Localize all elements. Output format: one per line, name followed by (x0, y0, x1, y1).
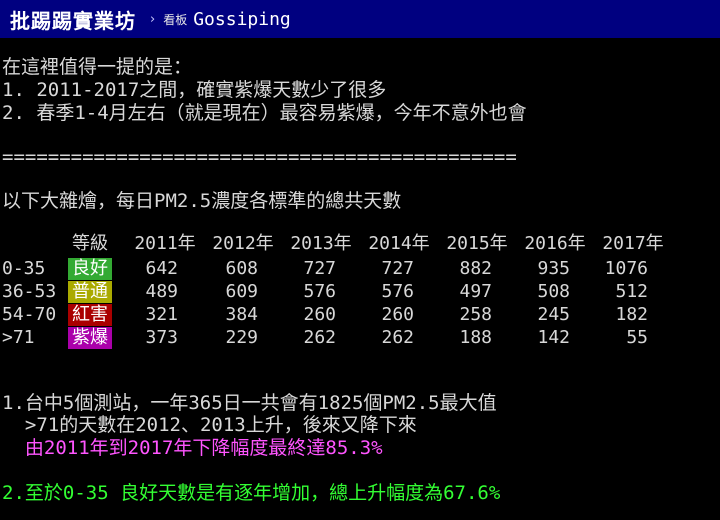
table-cell: 609 (225, 281, 258, 302)
board-label: 看板 (163, 12, 188, 27)
table-row: 36-53 普通 489 609 576 576 497 508 512 (0, 281, 700, 303)
table-header-row: 等級 2011年 2012年 2013年 2014年 2015年 2016年 2… (0, 233, 700, 255)
table-cell: 258 (459, 304, 492, 325)
table-cell: 1076 (604, 258, 648, 279)
divider: ========================================… (2, 146, 517, 168)
board-name-link[interactable]: Gossiping (193, 9, 291, 30)
range-label: 36-53 (2, 281, 57, 302)
table-cell: 262 (303, 327, 336, 348)
level-column-header: 等級 (72, 233, 108, 254)
table-cell: 260 (381, 304, 414, 325)
year-header: 2011年 (134, 233, 196, 254)
table-cell: 727 (303, 258, 336, 279)
table-cell: 142 (537, 327, 570, 348)
range-label: 0-35 (2, 258, 46, 279)
table-row: 54-70 紅害 321 384 260 260 258 245 182 (0, 304, 700, 326)
table-cell: 608 (225, 258, 258, 279)
chevron-right-icon: › (150, 11, 156, 27)
table-cell: 384 (225, 304, 258, 325)
table-row: 0-35 良好 642 608 727 727 882 935 1076 (0, 258, 700, 280)
table-cell: 321 (145, 304, 178, 325)
year-header: 2013年 (290, 233, 352, 254)
table-row: >71 紫爆 373 229 262 262 188 142 55 (0, 327, 700, 349)
note-1-line-1: 1.台中5個測站，一年365日一共會有1825個PM2.5最大值 (2, 392, 497, 414)
table-cell: 188 (459, 327, 492, 348)
note-2: 2.至於0-35 良好天數是有逐年增加，總上升幅度為67.6% (2, 482, 501, 504)
table-cell: 497 (459, 281, 492, 302)
intro-text: 在這裡值得一提的是： (2, 56, 193, 78)
table-cell: 262 (381, 327, 414, 348)
table-cell: 55 (626, 327, 648, 348)
range-label: 54-70 (2, 304, 57, 325)
table-cell: 489 (145, 281, 178, 302)
table-cell: 260 (303, 304, 336, 325)
table-cell: 576 (381, 281, 414, 302)
table-cell: 576 (303, 281, 336, 302)
year-header: 2017年 (602, 233, 664, 254)
table-cell: 182 (615, 304, 648, 325)
level-badge: 普通 (68, 281, 112, 303)
year-header: 2012年 (212, 233, 274, 254)
year-header: 2014年 (368, 233, 430, 254)
point-2: 2. 春季1-4月左右（就是現在）最容易紫爆，今年不意外也會 (2, 102, 527, 124)
table-title: 以下大雜燴，每日PM2.5濃度各標準的總共天數 (2, 190, 402, 212)
table-cell: 935 (537, 258, 570, 279)
table-cell: 508 (537, 281, 570, 302)
table-cell: 245 (537, 304, 570, 325)
table-cell: 727 (381, 258, 414, 279)
table-cell: 229 (225, 327, 258, 348)
table-cell: 373 (145, 327, 178, 348)
year-header: 2016年 (524, 233, 586, 254)
note-1-line-3: 由2011年到2017年下降幅度最終達85.3% (2, 437, 383, 459)
level-badge: 紅害 (68, 304, 112, 326)
table-cell: 642 (145, 258, 178, 279)
year-header: 2015年 (446, 233, 508, 254)
level-badge: 良好 (68, 258, 112, 280)
point-1: 1. 2011-2017之間，確實紫爆天數少了很多 (2, 79, 387, 101)
top-bar: 批踢踢實業坊 › 看板 Gossiping (0, 0, 720, 38)
table-cell: 882 (459, 258, 492, 279)
note-1-line-2: >71的天數在2012、2013上升，後來又降下來 (2, 414, 417, 436)
range-label: >71 (2, 327, 35, 348)
level-badge: 紫爆 (68, 327, 112, 349)
site-name-link[interactable]: 批踢踢實業坊 (10, 5, 136, 34)
table-cell: 512 (615, 281, 648, 302)
